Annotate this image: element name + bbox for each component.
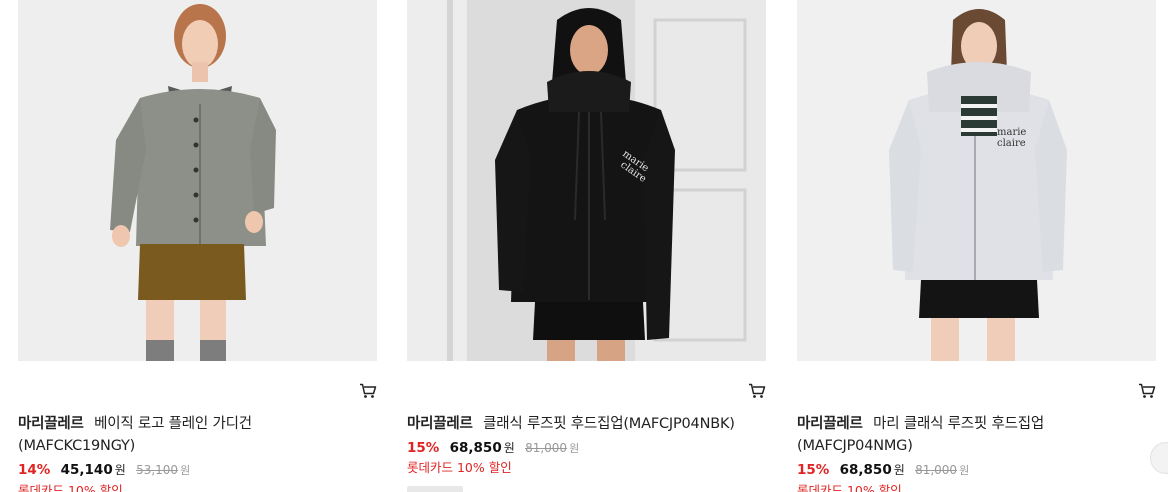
svg-text:claire: claire — [997, 138, 1026, 149]
sale-price: 68,850 — [839, 462, 892, 478]
currency-unit: 원 — [503, 441, 515, 455]
tag-chip — [407, 486, 463, 492]
original-price: 81,000 — [525, 441, 568, 455]
original-price: 53,100 — [136, 463, 179, 477]
card-promo: 롯데카드 10% 할인 — [407, 460, 512, 475]
product-brand: 마리끌레르 — [407, 416, 473, 432]
sale-price: 68,850 — [449, 440, 502, 456]
currency-unit: 원 — [893, 463, 905, 477]
product-title[interactable]: 마리끌레르 클래식 루즈핏 후드집업(MAFCJP04NBK) — [407, 413, 759, 435]
shopping-cart-icon[interactable] — [1138, 383, 1156, 399]
product-brand: 마리끌레르 — [797, 416, 863, 432]
discount-rate: 15% — [797, 462, 830, 478]
svg-text:marie: marie — [997, 127, 1026, 138]
original-currency-unit: 원 — [959, 464, 970, 477]
card-promo: 롯데카드 10% 할인 — [18, 483, 123, 492]
discount-rate: 14% — [18, 462, 51, 478]
product-title[interactable]: 마리끌레르 베이직 로고 플레인 가디건 (MAFCKC19NGY) — [18, 413, 370, 457]
original-currency-unit: 원 — [180, 464, 191, 477]
shopping-cart-icon[interactable] — [359, 383, 377, 399]
product-name: 마리 클래식 루즈핏 후드집업 — [873, 416, 1045, 432]
card-promo: 롯데카드 10% 할인 — [797, 483, 902, 492]
price-row: 15% 68,850 원 81,000 원 — [797, 461, 969, 480]
shopping-cart-icon[interactable] — [748, 383, 766, 399]
product-name: 베이직 로고 플레인 가디건 — [94, 416, 252, 432]
product-card[interactable]: marie claire 마리끌레르 클래식 루즈핏 후드집업(MAFCJP04… — [407, 0, 767, 492]
product-brand: 마리끌레르 — [18, 416, 84, 432]
product-card[interactable]: 마리끌레르 베이직 로고 플레인 가디건 (MAFCKC19NGY) 14% 4… — [18, 0, 378, 492]
product-grid: 마리끌레르 베이직 로고 플레인 가디건 (MAFCKC19NGY) 14% 4… — [0, 0, 1168, 492]
product-code: (MAFCKC19NGY) — [18, 438, 136, 454]
price-row: 15% 68,850 원 81,000 원 — [407, 439, 579, 458]
product-image[interactable]: marie claire — [797, 0, 1156, 361]
original-currency-unit: 원 — [569, 442, 580, 455]
product-code: (MAFCJP04NMG) — [797, 438, 913, 454]
product-image[interactable]: marie claire — [407, 0, 766, 361]
currency-unit: 원 — [114, 463, 126, 477]
product-image[interactable] — [18, 0, 377, 361]
product-name: 클래식 루즈핏 후드집업(MAFCJP04NBK) — [483, 416, 735, 432]
sale-price: 45,140 — [60, 462, 113, 478]
price-row: 14% 45,140 원 53,100 원 — [18, 461, 190, 480]
product-title[interactable]: 마리끌레르 마리 클래식 루즈핏 후드집업 (MAFCJP04NMG) — [797, 413, 1149, 457]
product-card[interactable]: marie claire 마리끌레르 마리 클래식 루즈핏 후드집업 (MAFC… — [797, 0, 1157, 492]
original-price: 81,000 — [915, 463, 958, 477]
discount-rate: 15% — [407, 440, 440, 456]
